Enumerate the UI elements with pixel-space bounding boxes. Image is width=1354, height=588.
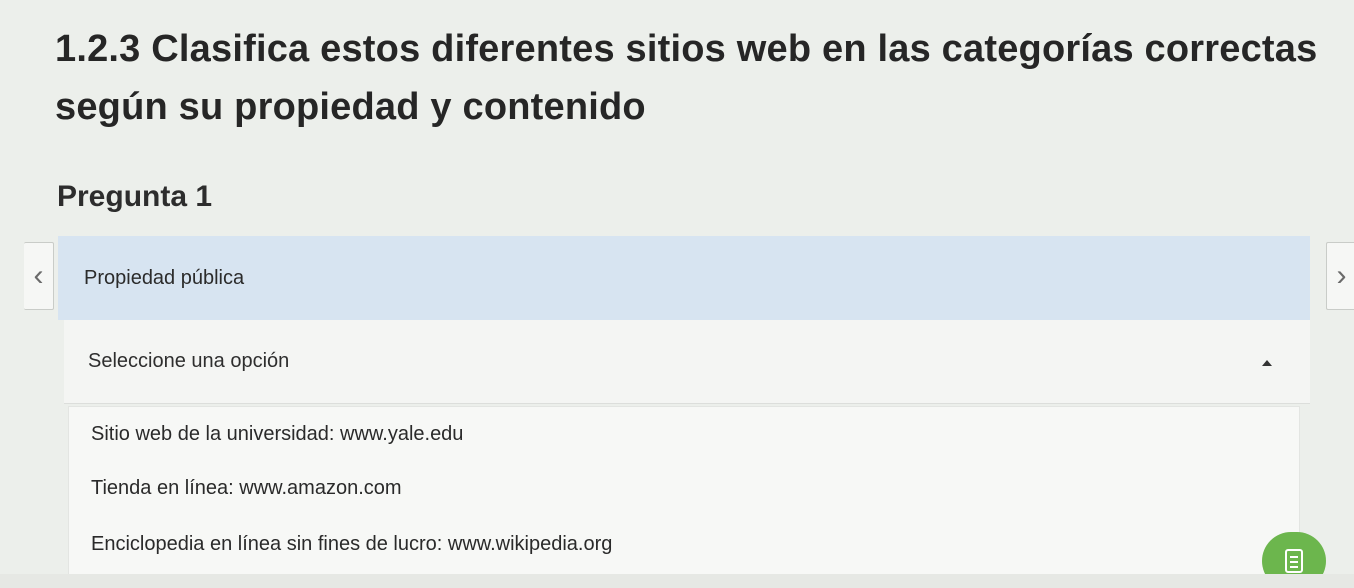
chevron-left-icon: ‹ — [33, 259, 44, 292]
previous-button[interactable]: ‹ — [24, 242, 54, 310]
next-button[interactable]: › — [1326, 242, 1354, 310]
quiz-page: 1.2.3 Clasifica estos diferentes sitios … — [0, 0, 1354, 588]
select-placeholder: Seleccione una opción — [88, 350, 290, 372]
next-question-peek — [0, 574, 1354, 588]
notes-icon — [1285, 549, 1303, 573]
option-select[interactable]: Seleccione una opción — [64, 320, 1310, 404]
options-list: Sitio web de la universidad: www.yale.ed… — [68, 406, 1300, 588]
option-item-amazon[interactable]: Tienda en línea: www.amazon.com — [91, 477, 402, 500]
option-item-wikipedia[interactable]: Enciclopedia en línea sin fines de lucro… — [91, 533, 612, 556]
category-header: Propiedad pública — [58, 236, 1310, 320]
chevron-right-icon: › — [1336, 259, 1347, 292]
caret-up-icon — [1262, 360, 1272, 366]
category-label: Propiedad pública — [84, 266, 245, 289]
option-item-yale[interactable]: Sitio web de la universidad: www.yale.ed… — [91, 423, 463, 446]
question-title: Pregunta 1 — [57, 180, 213, 213]
page-title: 1.2.3 Clasifica estos diferentes sitios … — [55, 28, 1318, 128]
